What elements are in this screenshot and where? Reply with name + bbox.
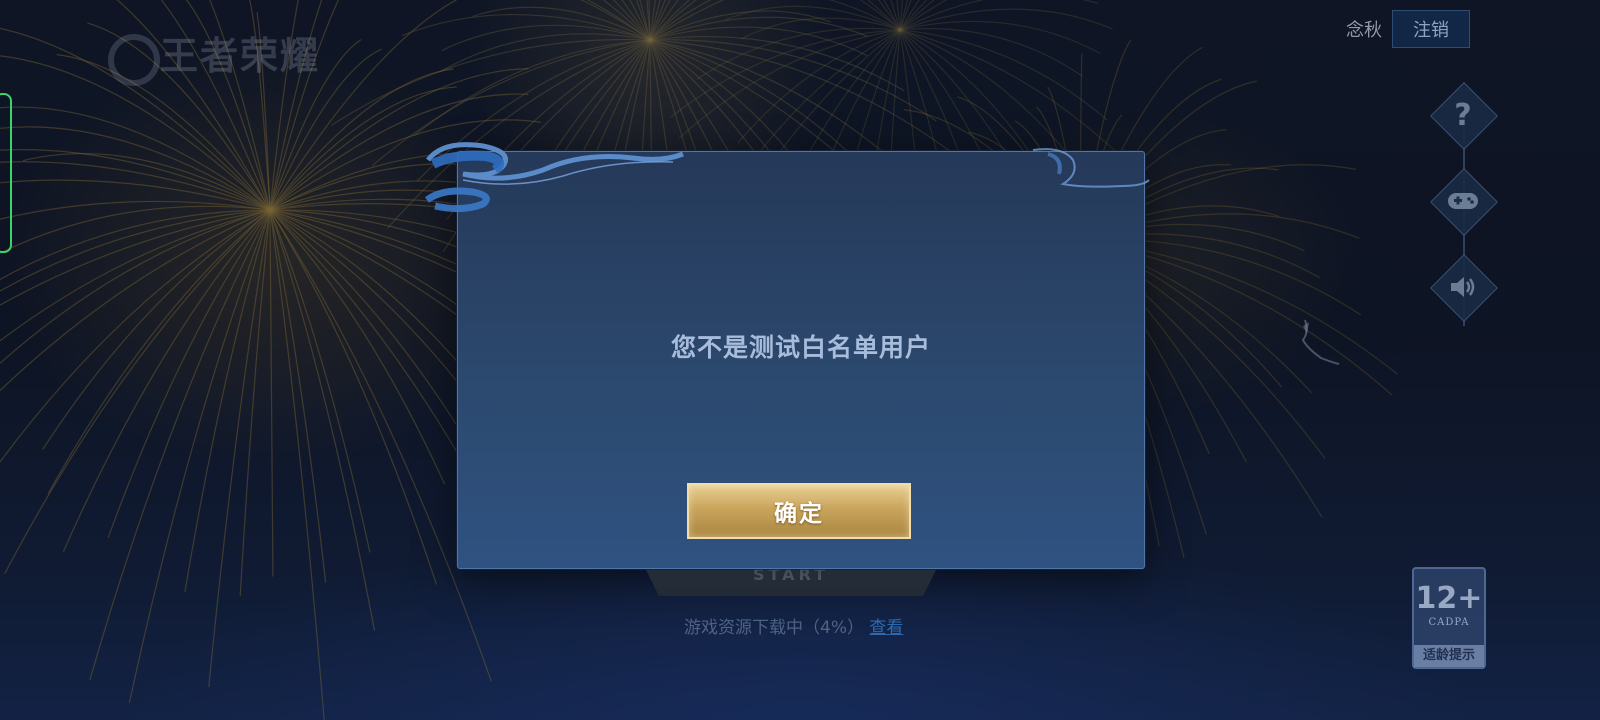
alert-dialog: 您不是测试白名单用户 确定 [424, 142, 1150, 569]
age-rating-badge[interactable]: 12+ CADPA 适龄提示 [1412, 567, 1486, 669]
quill-decoration-icon [1301, 319, 1340, 365]
age-rating-number: 12+ [1415, 581, 1483, 616]
download-status: 游戏资源下载中（4%） 查看 [684, 613, 903, 638]
help-icon[interactable]: ? [1440, 92, 1486, 138]
download-view-link[interactable]: 查看 [869, 618, 903, 638]
confirm-button[interactable]: 确定 [687, 483, 911, 539]
gamepad-icon[interactable] [1440, 178, 1486, 224]
logo-emblem [108, 34, 160, 86]
logout-button[interactable]: 注销 [1392, 10, 1470, 48]
download-status-text: 游戏资源下载中（4%） [684, 618, 864, 638]
game-logo: 王者荣耀 [108, 28, 338, 86]
account-bar: 念秋 注销 [1346, 10, 1470, 48]
dialog-wave-ornament [424, 142, 1150, 213]
username-label: 念秋 [1346, 20, 1382, 41]
logo-text: 王者荣耀 [160, 33, 321, 78]
age-rating-label: 适龄提示 [1414, 645, 1484, 667]
left-edge-panel-tab[interactable] [0, 93, 12, 253]
age-rating-org: CADPA [1428, 617, 1470, 628]
speaker-icon[interactable] [1440, 264, 1486, 310]
dialog-message: 您不是测试白名单用户 [670, 333, 931, 362]
